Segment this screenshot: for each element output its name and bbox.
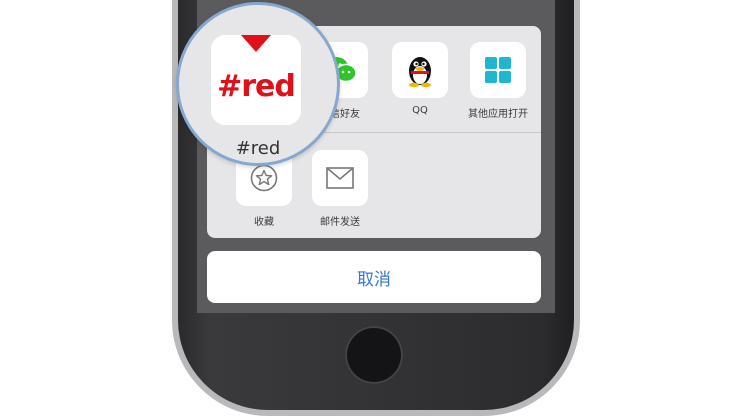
red-app-label: #red <box>235 138 281 159</box>
red-logo-text: #red <box>217 68 296 104</box>
share-qq-tile[interactable] <box>392 42 448 98</box>
qq-penguin-icon <box>409 57 431 88</box>
red-logo-triangle-icon <box>241 35 271 52</box>
star-icon <box>250 164 278 192</box>
mail-icon <box>326 167 354 189</box>
share-mail-label: 邮件发送 <box>320 217 360 228</box>
share-favorite-label: 收藏 <box>254 217 274 228</box>
share-other-app-tile[interactable] <box>470 42 526 98</box>
cancel-button[interactable]: 取消 <box>207 251 541 303</box>
share-qq-label: QQ <box>412 105 428 116</box>
home-button[interactable] <box>345 326 403 384</box>
share-other-app-label: 其他应用打开 <box>468 109 528 120</box>
share-open-other-app[interactable]: 其他应用打开 <box>468 42 528 120</box>
grid-apps-icon <box>485 57 511 83</box>
share-qq[interactable]: QQ <box>390 42 450 116</box>
share-mail[interactable]: 邮件发送 <box>310 150 370 228</box>
red-app-tile[interactable]: #red <box>211 35 301 125</box>
magnifier-callout: #red #red <box>176 2 340 166</box>
